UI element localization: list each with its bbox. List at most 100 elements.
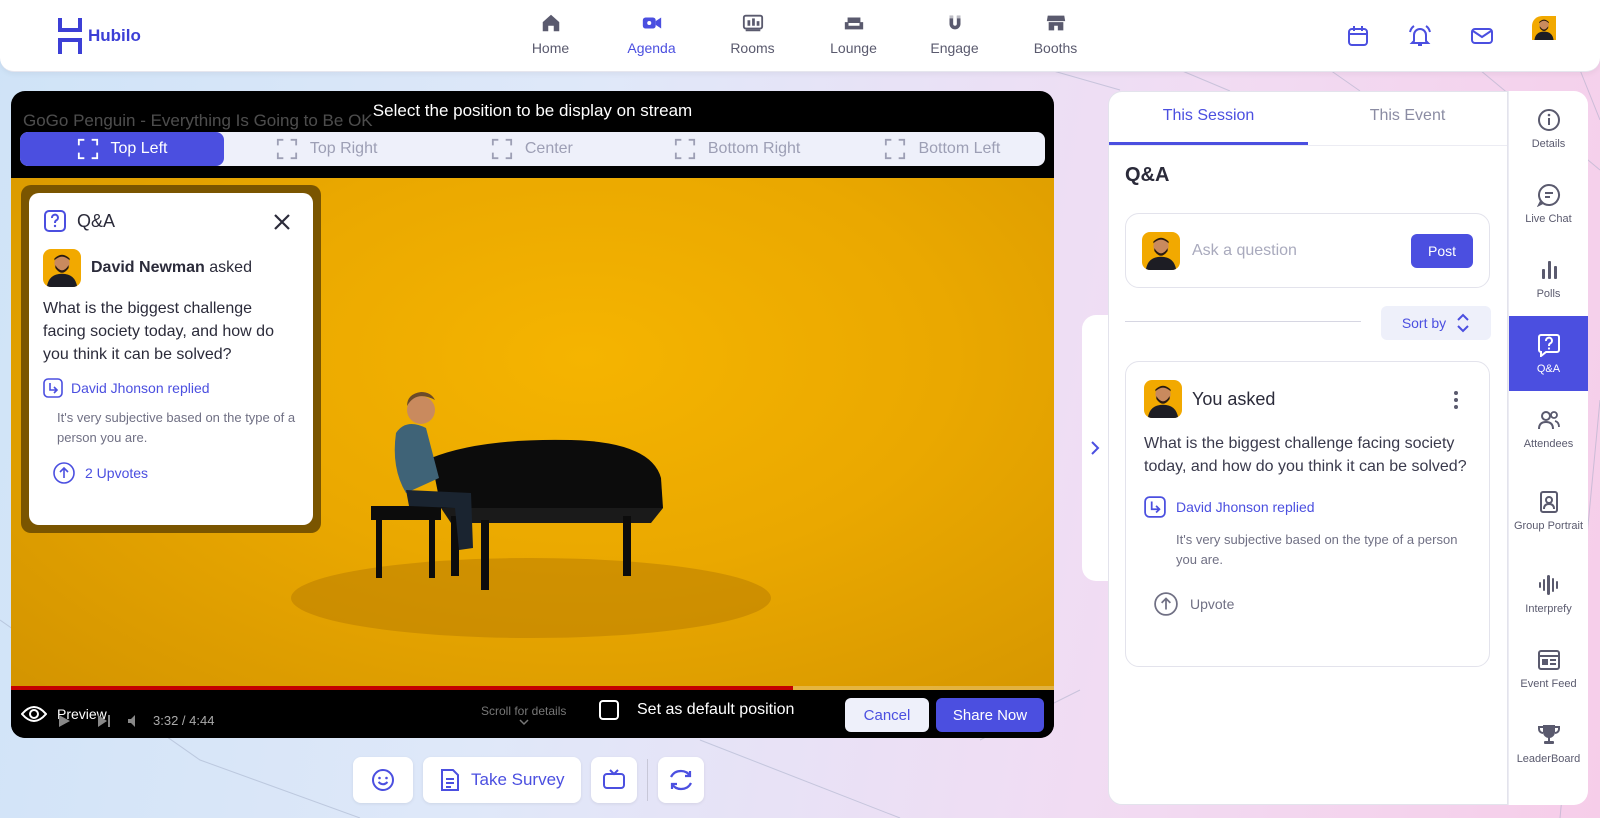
rail-leaderboard[interactable]: LeaderBoard <box>1509 706 1588 781</box>
asked-suffix: asked <box>209 259 252 276</box>
more-vertical-icon[interactable] <box>1453 390 1459 410</box>
ask-question-input[interactable] <box>1192 241 1399 260</box>
position-label: Top Left <box>110 140 168 157</box>
rail-polls[interactable]: Polls <box>1509 241 1588 316</box>
mail-icon[interactable] <box>1470 24 1494 48</box>
nav-label: Rooms <box>730 40 775 56</box>
position-center[interactable]: Center <box>429 132 634 166</box>
hubilo-logo[interactable]: Hubilo <box>58 18 141 54</box>
rail-qa[interactable]: Q&A <box>1509 316 1588 391</box>
upvote-icon <box>53 462 75 484</box>
rail-label: Attendees <box>1523 437 1574 450</box>
avatar <box>43 249 81 287</box>
home-icon <box>542 14 559 32</box>
nav-rooms[interactable]: Rooms <box>702 12 803 56</box>
video-player[interactable]: GoGo Penguin - Everything Is Going to Be… <box>11 91 1054 738</box>
qa-section-title: Q&A <box>1125 164 1170 186</box>
position-label: Top Right <box>309 140 378 157</box>
tab-this-event[interactable]: This Event <box>1308 92 1507 145</box>
sort-by-dropdown[interactable]: Sort by <box>1381 306 1491 340</box>
default-position-option[interactable]: Set as default position <box>599 700 794 720</box>
nav-label: Lounge <box>830 40 877 56</box>
user-avatar[interactable] <box>1532 16 1572 56</box>
nav-engage[interactable]: Engage <box>904 12 1005 56</box>
rail-event-feed[interactable]: Event Feed <box>1509 631 1588 706</box>
nav-lounge[interactable]: Lounge <box>803 12 904 56</box>
reply-arrow-icon <box>43 378 63 398</box>
sort-by-label: Sort by <box>1401 315 1447 331</box>
frame-corners-icon <box>674 138 695 160</box>
take-survey-button[interactable]: Take Survey <box>423 757 581 803</box>
close-icon[interactable] <box>273 213 291 231</box>
trophy-icon <box>1537 724 1560 744</box>
position-label: Bottom Left <box>918 140 1001 157</box>
nav-label: Engage <box>930 40 979 56</box>
panel-collapse-handle[interactable] <box>1082 315 1108 581</box>
question-text: What is the biggest challenge facing soc… <box>43 300 274 363</box>
divider <box>1125 321 1361 322</box>
question-icon <box>1537 333 1560 357</box>
position-bottom-left[interactable]: Bottom Left <box>840 132 1045 166</box>
position-top-left[interactable]: Top Left <box>20 132 224 166</box>
top-navigation-bar: Hubilo Home Agenda Rooms Lounge Engage B… <box>0 0 1600 72</box>
rail-interprefy[interactable]: Interprefy <box>1509 556 1588 631</box>
bell-icon[interactable] <box>1408 24 1432 48</box>
upvote-count: 2 Upvotes <box>85 465 149 481</box>
audio-wave-icon <box>1538 574 1558 595</box>
skip-next-icon[interactable] <box>97 714 111 728</box>
scroll-hint-label: Scroll for details <box>481 704 567 718</box>
panel-tabs: This Session This Event <box>1109 92 1507 146</box>
position-top-right[interactable]: Top Right <box>224 132 429 166</box>
rail-details[interactable]: Details <box>1509 91 1588 166</box>
tv-button[interactable] <box>590 757 637 803</box>
frame-corners-icon <box>491 138 512 160</box>
store-icon <box>1046 15 1065 31</box>
rail-live-chat[interactable]: Live Chat <box>1509 166 1588 241</box>
frame-corners-icon <box>885 138 906 160</box>
hubilo-logo-icon <box>58 18 82 54</box>
question-text: What is the biggest challenge facing soc… <box>1144 435 1467 475</box>
tab-this-session[interactable]: This Session <box>1109 92 1308 145</box>
question-card: You asked What is the biggest challenge … <box>1125 361 1490 667</box>
view-reply-link[interactable]: David Jhonson replied <box>1144 496 1471 518</box>
magnet-icon <box>949 15 960 30</box>
nav-booths[interactable]: Booths <box>1005 12 1106 56</box>
ask-question-box: Post <box>1125 213 1490 288</box>
volume-icon[interactable] <box>127 714 143 728</box>
sofa-icon <box>844 17 863 30</box>
cancel-button[interactable]: Cancel <box>845 698 929 732</box>
switch-button[interactable] <box>657 757 704 803</box>
nav-label: Home <box>531 40 570 56</box>
rail-attendees[interactable]: Attendees <box>1509 391 1588 466</box>
question-icon <box>44 210 66 232</box>
nav-agenda[interactable]: Agenda <box>601 12 702 56</box>
rail-label: Interprefy <box>1525 602 1572 615</box>
side-rail: Details Live Chat Polls Q&A Attendees Gr… <box>1508 91 1588 805</box>
qa-overlay-card: Q&A David Newman asked What is the bigge… <box>29 193 313 525</box>
calendar-icon[interactable] <box>1346 24 1370 48</box>
reactions-button[interactable] <box>353 757 413 803</box>
rail-label: Live Chat <box>1525 212 1572 225</box>
chat-icon <box>1536 183 1560 207</box>
video-time: 3:32 / 4:44 <box>153 713 215 728</box>
rail-group-portrait[interactable]: Group Portrait <box>1509 466 1588 556</box>
post-button[interactable]: Post <box>1411 233 1473 268</box>
upvote-button[interactable]: Upvote <box>1154 592 1471 616</box>
chevron-down-icon <box>519 719 529 726</box>
replied-label: David Jhonson replied <box>1176 499 1315 515</box>
tv-icon <box>602 769 625 789</box>
nav-label: Agenda <box>627 40 676 56</box>
position-selector: Top Left Top Right Center Bottom Right B… <box>20 132 1045 166</box>
frame-corners-icon <box>77 138 98 160</box>
top-actions <box>1346 16 1572 56</box>
nav-home[interactable]: Home <box>500 12 601 56</box>
share-now-button[interactable]: Share Now <box>936 698 1044 732</box>
scroll-hint: Scroll for details <box>481 704 566 727</box>
position-bottom-right[interactable]: Bottom Right <box>635 132 840 166</box>
position-select-label: Select the position to be display on str… <box>372 101 693 120</box>
play-icon[interactable] <box>57 714 71 728</box>
chevron-right-icon <box>1091 441 1100 455</box>
default-position-checkbox[interactable] <box>599 700 619 720</box>
video-controls: Preview 3:32 / 4:44 Scroll for details S… <box>11 690 1054 738</box>
eye-icon <box>21 706 47 722</box>
